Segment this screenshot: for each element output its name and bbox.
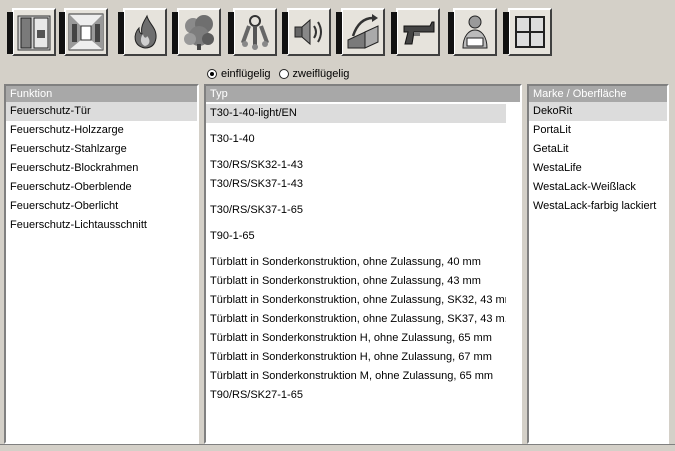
list-item[interactable]: Feuerschutz-Oberlicht xyxy=(6,197,197,216)
funktion-header: Funktion xyxy=(6,86,197,102)
list-item[interactable]: T90/RS/SK27-1-65 xyxy=(206,386,520,405)
list-item[interactable]: T30-1-40-light/EN xyxy=(206,104,506,123)
list-item[interactable]: Türblatt in Sonderkonstruktion, ohne Zul… xyxy=(206,310,520,329)
list-item[interactable]: Türblatt in Sonderkonstruktion H, ohne Z… xyxy=(206,348,520,367)
marke-header: Marke / Oberfläche xyxy=(529,86,667,102)
smoke-icon xyxy=(184,15,214,50)
wall-arrow-icon xyxy=(347,14,379,49)
radio-zweifluegelig[interactable]: zweiflügelig xyxy=(278,68,350,80)
list-item[interactable]: Feuerschutz-Tür xyxy=(6,102,197,121)
radio-circle[interactable] xyxy=(278,69,289,79)
person-icon xyxy=(462,15,488,49)
window-grid-icon xyxy=(515,16,545,48)
list-item[interactable]: WestaLife xyxy=(529,159,667,178)
key-bundle-icon xyxy=(240,15,270,50)
radio-circle-selected[interactable] xyxy=(207,69,217,79)
speaker-icon xyxy=(294,18,322,46)
funktion-list: Feuerschutz-Tür Feuerschutz-Holzzarge Fe… xyxy=(6,102,197,235)
list-item[interactable]: Feuerschutz-Stahlzarge xyxy=(6,140,197,159)
list-item[interactable]: T30-1-40 xyxy=(206,130,520,149)
fire-button[interactable] xyxy=(118,8,167,56)
list-item[interactable]: T30/RS/SK37-1-65 xyxy=(206,201,520,220)
wall-button[interactable] xyxy=(336,8,385,56)
list-item[interactable]: Feuerschutz-Blockrahmen xyxy=(6,159,197,178)
icon-toolbar xyxy=(0,0,675,62)
radio-label-zweifluegelig: zweiflügelig xyxy=(292,68,350,80)
list-item[interactable]: T90-1-65 xyxy=(206,227,520,246)
list-item[interactable]: Türblatt in Sonderkonstruktion, ohne Zul… xyxy=(206,253,520,272)
window-button[interactable] xyxy=(503,8,552,56)
smoke-button[interactable] xyxy=(172,8,221,56)
marke-panel: Marke / Oberfläche DekoRit PortaLit Geta… xyxy=(527,84,669,444)
funktion-panel: Funktion Feuerschutz-Tür Feuerschutz-Hol… xyxy=(4,84,199,444)
corridor-button[interactable] xyxy=(59,8,108,56)
list-item[interactable]: Türblatt in Sonderkonstruktion M, ohne Z… xyxy=(206,367,520,386)
list-item[interactable]: PortaLit xyxy=(529,121,667,140)
alarm-button[interactable] xyxy=(282,8,331,56)
list-item[interactable]: T30/RS/SK32-1-43 xyxy=(206,156,520,175)
list-item[interactable]: Türblatt in Sonderkonstruktion H, ohne Z… xyxy=(206,329,520,348)
fire-icon xyxy=(134,14,157,49)
marke-list: DekoRit PortaLit GetaLit WestaLife Westa… xyxy=(529,102,667,216)
list-item[interactable]: DekoRit xyxy=(529,102,667,121)
gun-icon xyxy=(403,21,435,45)
list-item[interactable]: Feuerschutz-Holzzarge xyxy=(6,121,197,140)
radio-einfluegelig[interactable]: einflügelig xyxy=(207,68,271,80)
typ-panel: Typ T30-1-40-light/EN T30-1-40 T30/RS/SK… xyxy=(204,84,522,444)
keys-button[interactable] xyxy=(228,8,277,56)
typ-list: T30-1-40-light/EN T30-1-40 T30/RS/SK32-1… xyxy=(206,102,520,405)
door-frame-button[interactable] xyxy=(7,8,56,56)
list-item[interactable]: Türblatt in Sonderkonstruktion, ohne Zul… xyxy=(206,291,520,310)
radio-label-einfluegelig: einflügelig xyxy=(221,68,271,80)
list-item[interactable]: Türblatt in Sonderkonstruktion, ohne Zul… xyxy=(206,272,520,291)
list-item[interactable]: WestaLack-farbig lackiert xyxy=(529,197,667,216)
person-button[interactable] xyxy=(448,8,497,56)
door-frame-icon xyxy=(17,15,51,51)
corridor-icon xyxy=(68,13,104,51)
door-leaf-options: einflügelig zweiflügelig xyxy=(207,66,357,82)
list-item[interactable]: T30/RS/SK37-1-43 xyxy=(206,175,520,194)
list-item[interactable]: WestaLack-Weißlack xyxy=(529,178,667,197)
typ-header: Typ xyxy=(206,86,520,102)
security-button[interactable] xyxy=(391,8,440,56)
typ-scrollbar[interactable] xyxy=(506,102,520,442)
list-item[interactable]: Feuerschutz-Oberblende xyxy=(6,178,197,197)
list-item[interactable]: GetaLit xyxy=(529,140,667,159)
list-item[interactable]: Feuerschutz-Lichtausschnitt xyxy=(6,216,197,235)
